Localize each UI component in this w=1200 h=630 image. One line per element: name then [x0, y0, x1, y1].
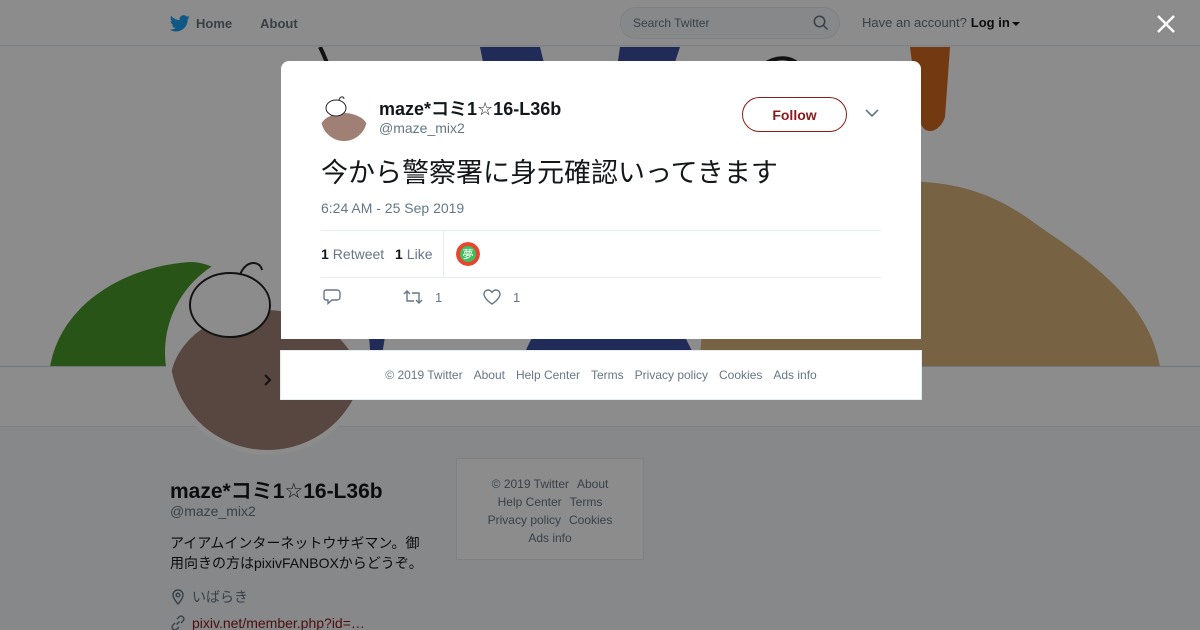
- like-action-count: 1: [513, 289, 521, 305]
- footer-copyright: © 2019 Twitter: [385, 368, 463, 382]
- retweet-action-count: 1: [435, 289, 443, 305]
- footer-cookies[interactable]: Cookies: [719, 368, 762, 382]
- tweet-stats: 1 Retweet 1 Like 夢: [321, 230, 881, 278]
- footer-about[interactable]: About: [474, 368, 505, 382]
- retweet-icon: [403, 290, 423, 304]
- close-icon[interactable]: [1154, 12, 1178, 36]
- modal-footer: © 2019 Twitter About Help Center Terms P…: [280, 350, 922, 400]
- chevron-down-icon[interactable]: [865, 108, 879, 118]
- svg-text:夢: 夢: [463, 248, 474, 261]
- retweet-stat[interactable]: 1 Retweet: [321, 246, 384, 262]
- reply-action[interactable]: [323, 289, 353, 305]
- footer-help[interactable]: Help Center: [516, 368, 580, 382]
- retweet-stat-label: Retweet: [332, 246, 385, 262]
- tweet-text: 今から警察署に身元確認いってきます: [321, 158, 778, 188]
- like-action[interactable]: 1: [483, 289, 520, 305]
- footer-privacy[interactable]: Privacy policy: [635, 368, 708, 382]
- liker-avatar[interactable]: 夢: [456, 242, 480, 266]
- like-stat[interactable]: 1 Like: [395, 246, 432, 262]
- tweet-timestamp[interactable]: 6:24 AM - 25 Sep 2019: [321, 200, 464, 216]
- follow-button[interactable]: Follow: [742, 97, 847, 132]
- rabbit-avatar-small: [321, 95, 367, 141]
- stats-divider: [443, 231, 444, 277]
- reply-icon: [323, 289, 341, 305]
- tweet-author-avatar[interactable]: [321, 95, 367, 141]
- tweet-author-handle[interactable]: @maze_mix2: [379, 120, 465, 136]
- tweet-modal: maze*コミ1☆16-L36b @maze_mix2 Follow 今から警察…: [281, 61, 921, 339]
- footer-terms[interactable]: Terms: [591, 368, 624, 382]
- liker-avatar-image: 夢: [456, 242, 480, 266]
- retweet-stat-count: 1: [321, 246, 329, 262]
- like-stat-label: Like: [406, 246, 433, 262]
- like-stat-count: 1: [395, 246, 403, 262]
- retweet-action[interactable]: 1: [403, 289, 442, 305]
- footer-ads[interactable]: Ads info: [773, 368, 816, 382]
- tweet-author-name[interactable]: maze*コミ1☆16-L36b: [379, 95, 561, 121]
- heart-icon: [483, 289, 501, 305]
